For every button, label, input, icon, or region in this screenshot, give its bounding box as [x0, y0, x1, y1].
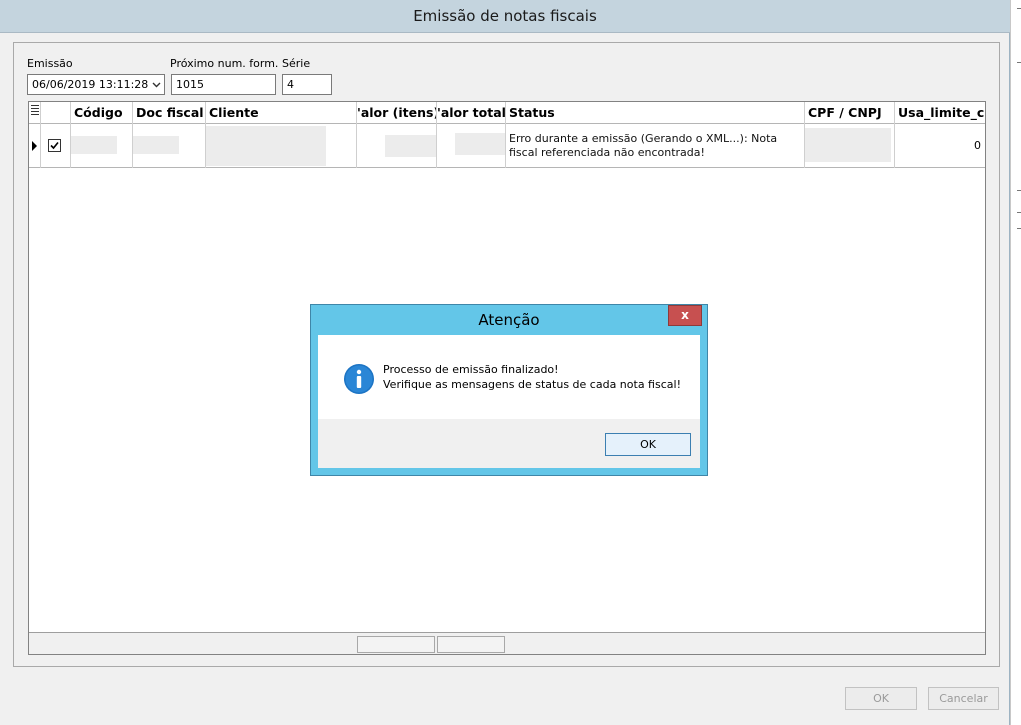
table-row[interactable]: Erro durante a emissão (Gerando o XML...… [29, 124, 985, 168]
column-chooser-icon[interactable] [29, 102, 41, 124]
dialog-message-line1: Processo de emissão finalizado! [383, 363, 559, 376]
proximo-input[interactable]: 1015 [171, 74, 276, 95]
close-icon: x [681, 308, 689, 322]
header-valor-total[interactable]: 'alor total [437, 102, 506, 124]
grid-summary-footer [29, 632, 985, 654]
row-cliente-cell [206, 124, 357, 168]
footer-valor-itens [357, 636, 435, 653]
header-codigo[interactable]: Código [71, 102, 133, 124]
header-select[interactable] [41, 102, 71, 124]
row-checkbox[interactable] [48, 139, 61, 152]
dialog-title: Atenção [478, 311, 540, 329]
header-usa-limite[interactable]: Usa_limite_cr [895, 102, 985, 124]
grid-header: Código Doc fiscal Cliente 'alor (itens) … [29, 102, 985, 124]
dialog-message-line2: Verifique as mensagens de status de cada… [383, 378, 681, 391]
ok-button[interactable]: OK [845, 687, 917, 710]
serie-label: Série [282, 57, 311, 70]
row-doc-fiscal-cell [133, 124, 206, 168]
row-indicator-cell [29, 124, 41, 168]
row-status-cell: Erro durante a emissão (Gerando o XML...… [506, 124, 805, 168]
emissao-dropdown[interactable]: 06/06/2019 13:11:28 [27, 74, 165, 95]
dialog-body: Processo de emissão finalizado! Verifiqu… [318, 335, 700, 468]
emissao-label: Emissão [27, 57, 73, 70]
dialog-ok-button[interactable]: OK [605, 433, 691, 456]
dialog-close-button[interactable]: x [668, 305, 702, 326]
row-select-cell[interactable] [41, 124, 71, 168]
header-valor-itens[interactable]: 'alor (itens) [357, 102, 437, 124]
header-cpf-cnpj[interactable]: CPF / CNPJ [805, 102, 895, 124]
checkmark-icon [50, 141, 59, 150]
dialog-message-area: Processo de emissão finalizado! Verifiqu… [318, 335, 700, 419]
header-status[interactable]: Status [506, 102, 805, 124]
row-status-text: Erro durante a emissão (Gerando o XML...… [509, 132, 778, 159]
header-doc-fiscal[interactable]: Doc fiscal [133, 102, 206, 124]
row-codigo-cell [71, 124, 133, 168]
row-usa-limite-cell: 0 [895, 124, 985, 168]
row-pointer-icon [32, 141, 37, 151]
info-icon [344, 364, 374, 394]
footer-valor-total [437, 636, 505, 653]
window-title: Emissão de notas fiscais [0, 0, 1010, 33]
background-window-edge [1010, 0, 1021, 725]
proximo-label: Próximo num. form. [170, 57, 279, 70]
row-usa-limite-value: 0 [974, 139, 981, 152]
serie-input[interactable]: 4 [282, 74, 332, 95]
row-valor-itens-cell [357, 124, 437, 168]
row-cpf-cnpj-cell [805, 124, 895, 168]
cancel-button[interactable]: Cancelar [928, 687, 999, 710]
emissao-value: 06/06/2019 13:11:28 [32, 78, 149, 91]
row-valor-total-cell [437, 124, 506, 168]
attention-dialog: Atenção x Processo de emissão finalizado… [310, 304, 708, 476]
header-cliente[interactable]: Cliente [206, 102, 357, 124]
chevron-down-icon [152, 82, 161, 88]
